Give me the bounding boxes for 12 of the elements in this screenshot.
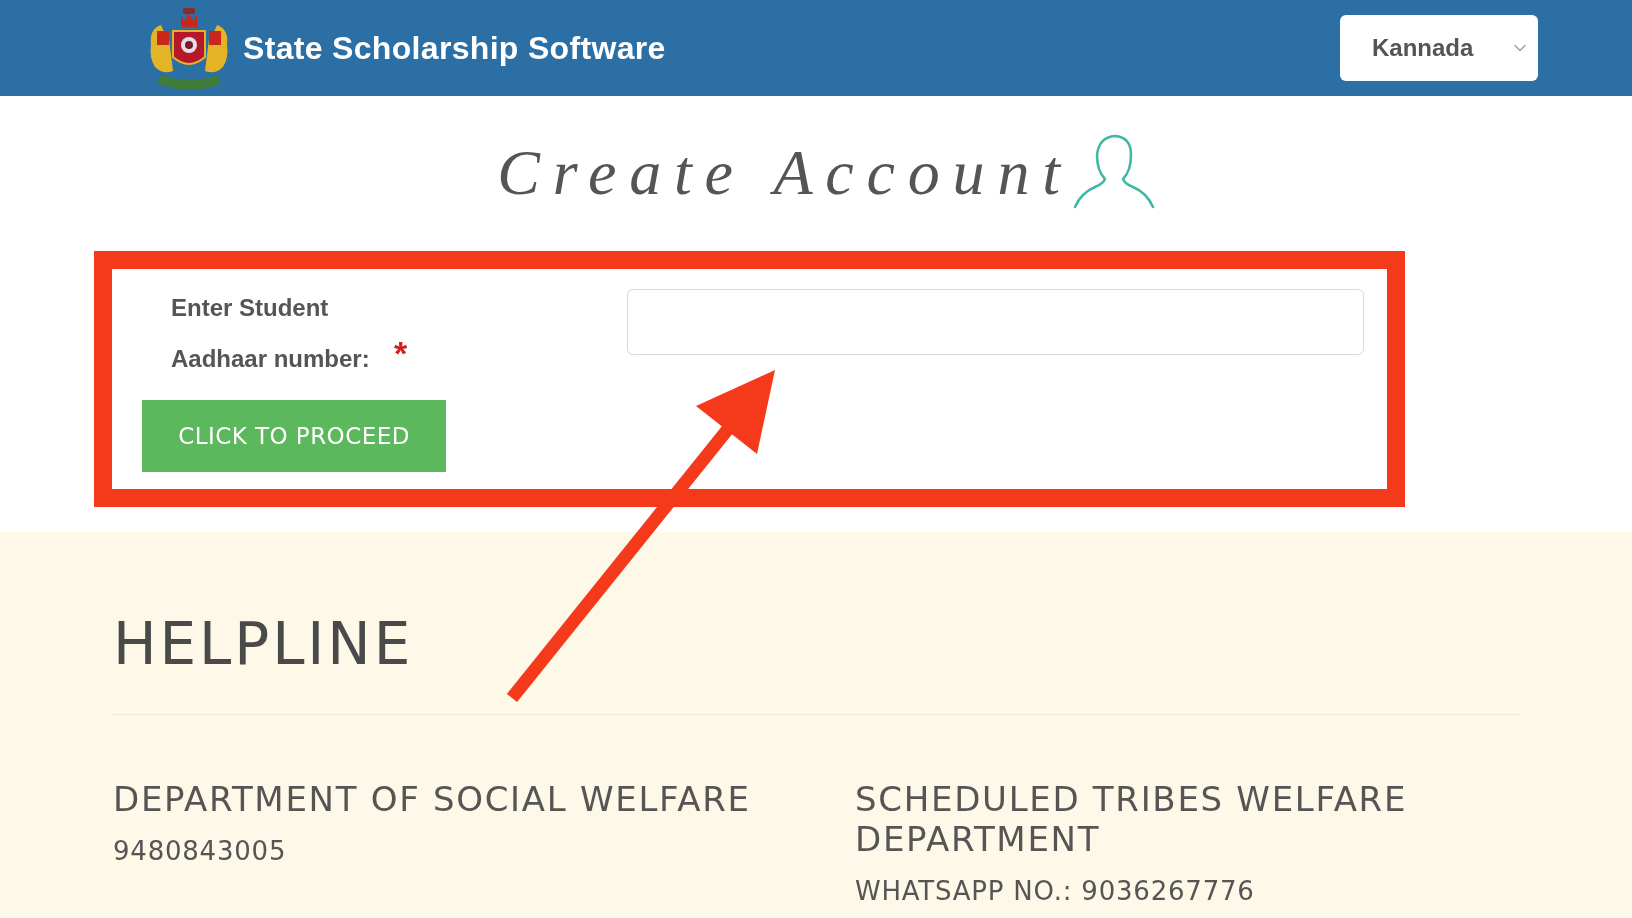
department-name: DEPARTMENT OF SOCIAL WELFARE xyxy=(113,779,751,819)
phone-number: WHATSAPP NO.: 9036267776 xyxy=(855,875,1255,907)
site-title: State Scholarship Software xyxy=(243,29,666,68)
aadhaar-input[interactable] xyxy=(627,289,1364,355)
aadhaar-label: Enter Student Aadhaar number: xyxy=(171,293,371,374)
helpline-heading: HELPLINE xyxy=(113,612,414,676)
language-select[interactable]: Kannada xyxy=(1340,15,1538,81)
page-title: Create Account xyxy=(497,136,1073,210)
phone-number: 9480843005 xyxy=(113,835,287,867)
user-outline-icon xyxy=(1072,133,1155,209)
required-mark: * xyxy=(394,336,408,370)
department-name: SCHEDULED TRIBES WELFARE DEPARTMENT xyxy=(855,779,1409,859)
